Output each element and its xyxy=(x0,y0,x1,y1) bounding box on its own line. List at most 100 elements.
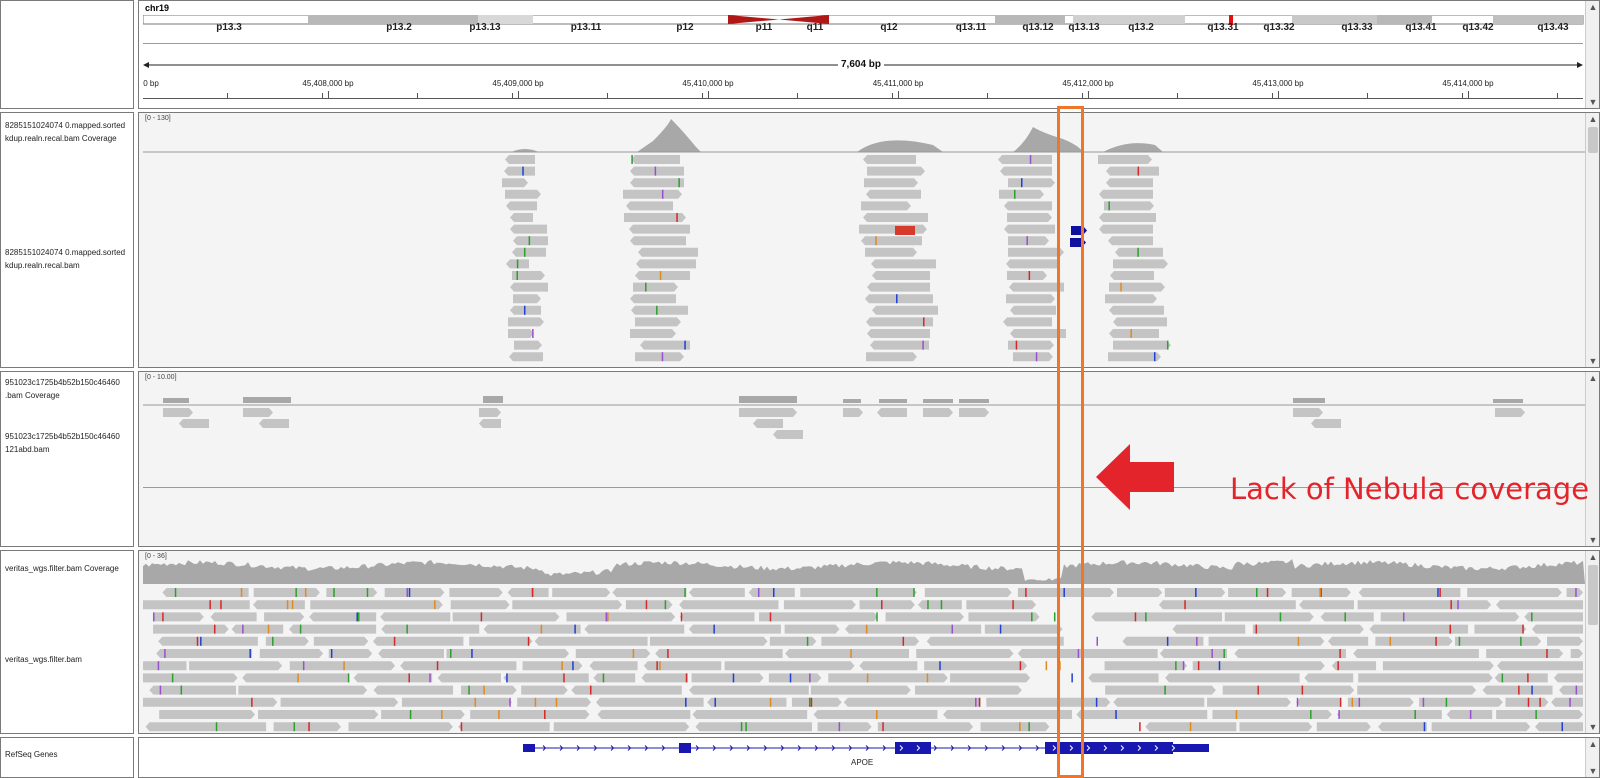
nebula-bam-track-name[interactable]: 8285151024074 0.mapped.sorted kdup.realn… xyxy=(5,246,125,272)
track-name-line: kdup.realn.recal.bam Coverage xyxy=(5,134,117,143)
mismatch xyxy=(1015,340,1018,350)
mismatch xyxy=(978,697,981,707)
read xyxy=(863,155,916,164)
read xyxy=(1419,697,1503,707)
mismatch xyxy=(220,600,222,610)
veritas-scrollbar[interactable]: ▲ ▼ xyxy=(1585,551,1599,733)
read xyxy=(870,340,929,350)
sample2-coverage-track[interactable] xyxy=(143,372,1585,407)
band-label: q13.2 xyxy=(1128,22,1154,33)
read xyxy=(999,189,1044,199)
veritas-coverage-track[interactable] xyxy=(143,551,1585,585)
read xyxy=(309,612,377,622)
scroll-down-icon[interactable]: ▼ xyxy=(1586,721,1600,733)
scroll-down-icon[interactable]: ▼ xyxy=(1586,96,1600,108)
read xyxy=(1099,213,1156,222)
scroll-up-icon[interactable]: ▲ xyxy=(1586,551,1600,563)
mismatch xyxy=(347,673,350,683)
read xyxy=(629,224,690,234)
veritas-name-panel: veritas_wgs.filter.bam Coverage veritas_… xyxy=(0,550,134,734)
read xyxy=(510,224,547,234)
mismatch xyxy=(1319,588,1321,597)
mismatch xyxy=(927,600,929,610)
read xyxy=(943,710,1072,719)
sample2-coverage-track-name[interactable]: 951023c1725b4b52b150c46460 .bam Coverage xyxy=(5,376,120,402)
read xyxy=(210,612,257,622)
read xyxy=(437,673,501,683)
scroll-up-icon[interactable]: ▲ xyxy=(1586,738,1600,750)
read xyxy=(859,661,918,671)
read xyxy=(159,710,256,719)
mismatch xyxy=(1166,340,1169,350)
scroll-down-icon[interactable]: ▼ xyxy=(1586,765,1600,777)
mismatch xyxy=(926,673,929,683)
mismatch xyxy=(563,673,565,683)
read xyxy=(1293,408,1323,417)
mismatch xyxy=(249,649,251,658)
mismatch xyxy=(544,710,546,719)
read xyxy=(759,612,878,622)
nebula-coverage-track[interactable] xyxy=(143,113,1585,153)
scroll-up-icon[interactable]: ▲ xyxy=(1586,1,1600,13)
mismatch xyxy=(1020,178,1023,188)
mismatch xyxy=(408,673,410,683)
band-label: p13.2 xyxy=(386,22,412,33)
band-label: q13.33 xyxy=(1341,22,1373,33)
ruler-tick-label: 45,410,000 bp xyxy=(682,79,734,88)
read xyxy=(1091,612,1223,622)
read xyxy=(1486,649,1564,658)
read xyxy=(630,166,684,176)
sample2-scrollbar[interactable]: ▲ ▼ xyxy=(1585,372,1599,546)
read xyxy=(966,600,1037,610)
read xyxy=(707,697,787,707)
read xyxy=(512,247,546,257)
mismatch xyxy=(1134,612,1137,622)
read xyxy=(630,236,686,246)
ruler-scrollbar[interactable]: ▲ ▼ xyxy=(1585,1,1599,108)
read xyxy=(630,178,684,188)
read xyxy=(1224,612,1314,622)
refseq-track-name[interactable]: RefSeq Genes xyxy=(5,748,57,761)
mismatch xyxy=(923,317,925,327)
read xyxy=(1105,294,1157,304)
read xyxy=(143,661,187,671)
mismatch xyxy=(1235,710,1238,719)
read xyxy=(589,661,638,671)
mismatch xyxy=(393,636,396,646)
mismatch xyxy=(1031,612,1033,622)
nebula-coverage-track-name[interactable]: 8285151024074 0.mapped.sorted kdup.realn… xyxy=(5,119,125,145)
read xyxy=(1239,722,1313,732)
read xyxy=(469,636,533,646)
scroll-up-icon[interactable]: ▲ xyxy=(1586,372,1600,384)
veritas-alignment-track[interactable] xyxy=(143,586,1585,733)
mismatch xyxy=(1339,697,1342,707)
mismatch xyxy=(838,722,841,732)
read xyxy=(877,722,974,732)
sample2-bam-track-name[interactable]: 951023c1725b4b52b150c46460 121abd.bam xyxy=(5,430,120,456)
read xyxy=(635,271,690,280)
read xyxy=(1208,636,1325,646)
veritas-coverage-track-name[interactable]: veritas_wgs.filter.bam Coverage xyxy=(5,562,119,575)
read xyxy=(163,408,193,417)
read xyxy=(517,697,592,707)
scroll-thumb[interactable] xyxy=(1588,565,1598,625)
mismatch xyxy=(534,697,537,707)
mismatch xyxy=(940,600,943,610)
scroll-down-icon[interactable]: ▼ xyxy=(1586,534,1600,546)
nebula-alignment-track[interactable] xyxy=(143,153,1585,367)
mismatch xyxy=(732,673,735,683)
mismatch xyxy=(678,178,680,188)
read xyxy=(1172,624,1246,634)
nebula-scrollbar[interactable]: ▲ ▼ xyxy=(1585,113,1599,367)
read xyxy=(504,166,535,176)
scroll-thumb[interactable] xyxy=(1588,127,1598,153)
read xyxy=(1336,710,1442,719)
read xyxy=(143,600,250,610)
scroll-down-icon[interactable]: ▼ xyxy=(1586,355,1600,367)
scroll-up-icon[interactable]: ▲ xyxy=(1586,113,1600,125)
mismatch xyxy=(251,697,253,707)
read xyxy=(264,612,305,622)
read xyxy=(859,600,915,610)
veritas-bam-track-name[interactable]: veritas_wgs.filter.bam xyxy=(5,653,82,666)
refseq-scrollbar[interactable]: ▲ ▼ xyxy=(1585,738,1599,777)
